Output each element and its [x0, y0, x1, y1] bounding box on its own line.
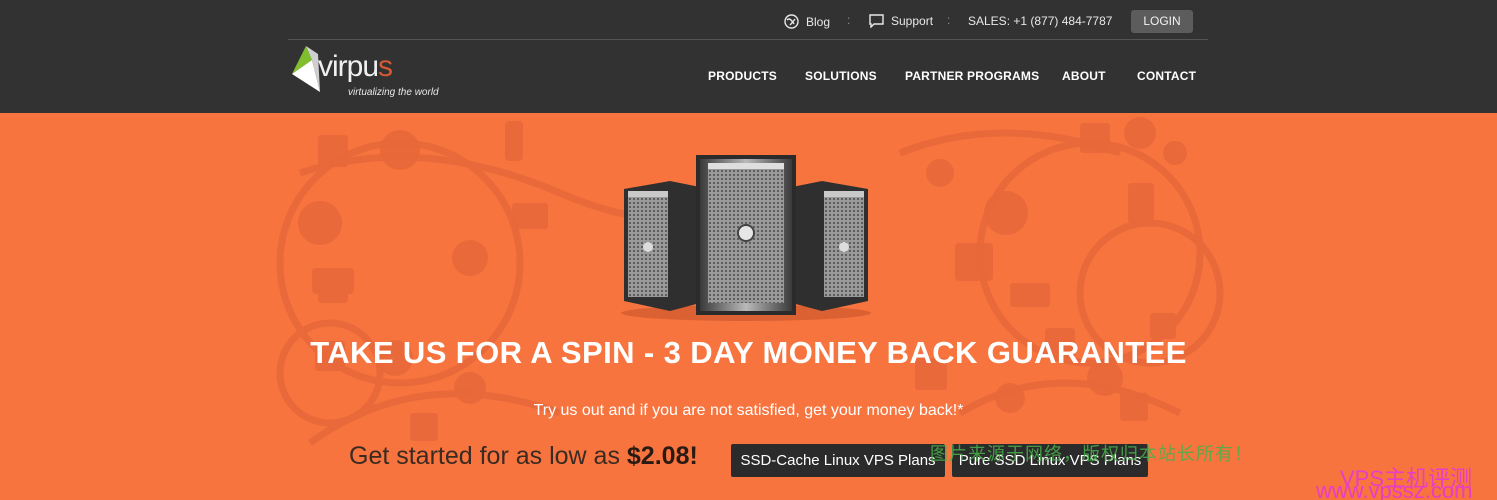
nav-solutions[interactable]: SOLUTIONS — [805, 69, 877, 83]
watermark-green: 图片来源于网络，版权归本站长所有！ — [930, 444, 1253, 464]
logo-tagline: virtualizing the world — [348, 87, 439, 98]
nav-about[interactable]: ABOUT — [1062, 69, 1106, 83]
site-header: Blog : Support : SALES: +1 (877) 484-778… — [0, 0, 1497, 113]
blog-link[interactable]: Blog — [784, 14, 830, 29]
watermark-pink-url: www.vpssz.com — [1316, 478, 1473, 500]
globe-icon — [784, 14, 799, 29]
nav-contact[interactable]: CONTACT — [1137, 69, 1196, 83]
top-bar: Blog : Support : SALES: +1 (877) 484-778… — [288, 0, 1208, 40]
separator: : — [947, 13, 951, 27]
chat-bubble-icon — [869, 14, 884, 28]
hero-subline: Try us out and if you are not satisfied,… — [533, 402, 964, 419]
blog-label: Blog — [806, 14, 831, 29]
nav-partner-programs[interactable]: PARTNER PROGRAMS — [905, 69, 1039, 83]
cta-price: $2.08! — [626, 442, 698, 470]
pricing-cta: Get started for as low as $2.08! — [349, 442, 698, 471]
server-towers-image — [621, 155, 871, 321]
hero-banner: TAKE US FOR A SPIN - 3 DAY MONEY BACK GU… — [0, 113, 1497, 500]
logo-wordmark: virpus — [318, 50, 393, 83]
sales-label: SALES: +1 (877) 484-7787 — [968, 14, 1113, 28]
separator: : — [847, 13, 851, 27]
sales-phone: SALES: +1 (877) 484-7787 — [968, 14, 1112, 28]
support-link[interactable]: Support — [869, 14, 933, 28]
nav-products[interactable]: PRODUCTS — [708, 69, 777, 83]
hero-headline: TAKE US FOR A SPIN - 3 DAY MONEY BACK GU… — [310, 335, 1187, 370]
ssd-cache-plans-button[interactable]: SSD-Cache Linux VPS Plans — [731, 444, 945, 477]
support-label: Support — [891, 14, 934, 28]
cta-prefix: Get started for as low as — [349, 442, 627, 470]
login-button[interactable]: LOGIN — [1131, 10, 1193, 33]
virpus-logo[interactable]: virpus virtualizing the world — [290, 44, 450, 102]
